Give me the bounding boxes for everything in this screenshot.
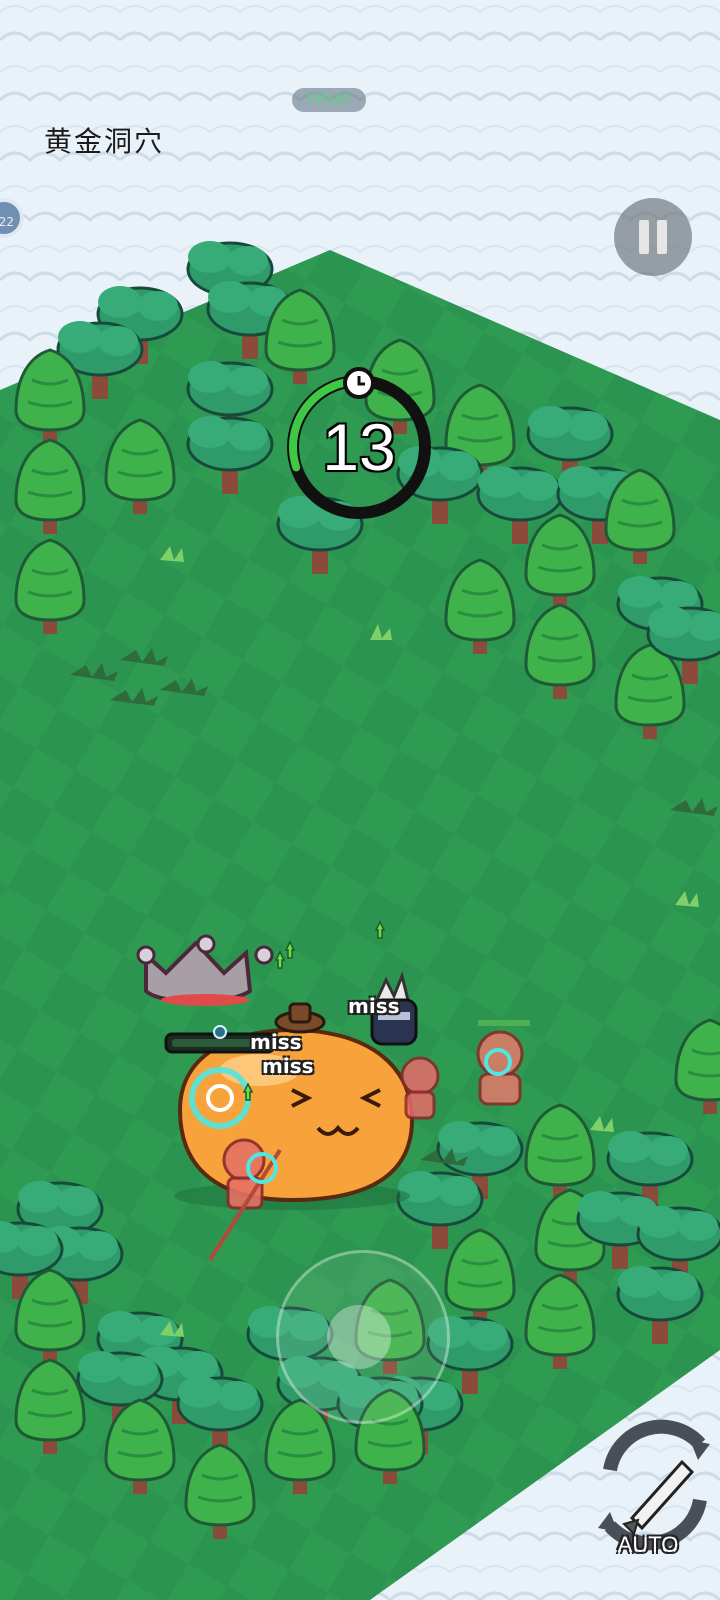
pause-button[interactable] xyxy=(614,198,692,276)
combat-text: miss xyxy=(250,1030,302,1054)
auto-battle-button[interactable]: AUTO xyxy=(590,1428,706,1568)
fps-counter: FPS45 xyxy=(292,88,366,112)
level-name: 黄金洞穴 xyxy=(44,125,165,158)
joystick-icon[interactable] xyxy=(327,1305,391,1369)
timer-value: 13 xyxy=(322,410,396,484)
enemy-red-imp xyxy=(400,1056,440,1120)
auto-label: AUTO xyxy=(617,1532,679,1557)
virtual-joystick[interactable] xyxy=(276,1250,450,1424)
combat-text: miss xyxy=(348,994,400,1018)
round-timer: 13 xyxy=(280,368,438,526)
combat-text: miss xyxy=(262,1054,314,1078)
